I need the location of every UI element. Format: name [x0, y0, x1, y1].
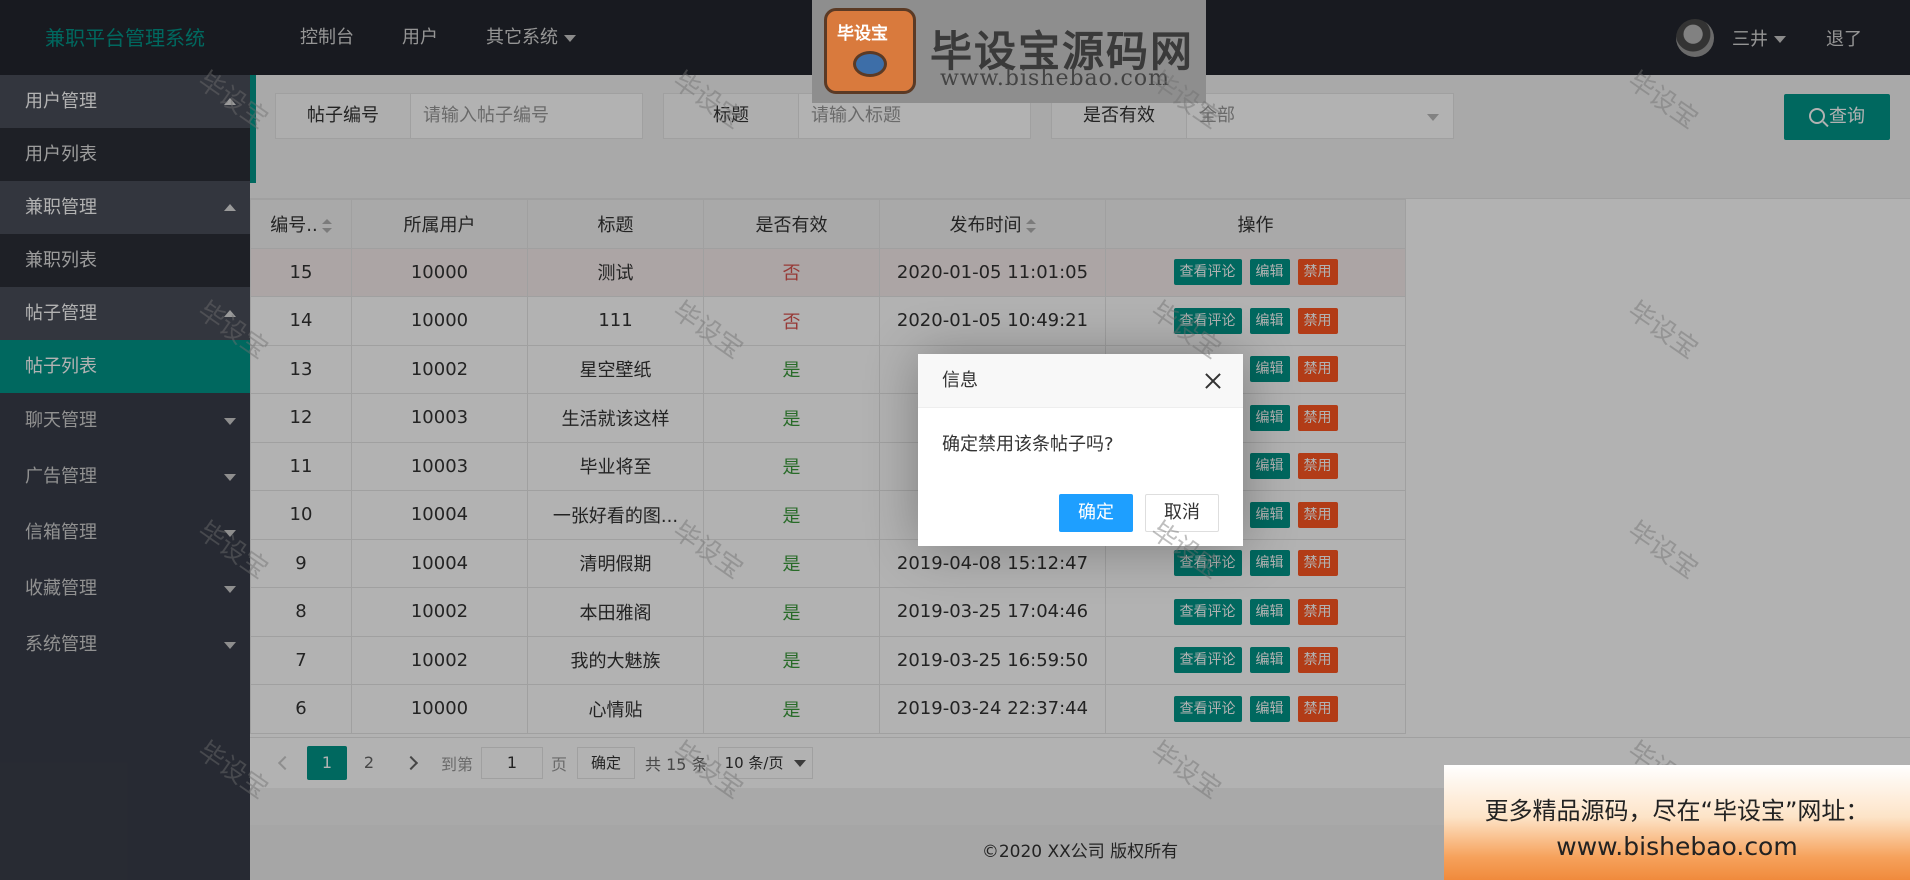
watermark-eye-icon	[853, 51, 887, 77]
watermark-badge-text: 毕设宝	[837, 24, 888, 44]
promo-url[interactable]: www.bishebao.com	[1444, 832, 1910, 861]
dialog-header: 信息	[918, 354, 1243, 408]
dialog-cancel-button[interactable]: 取消	[1145, 494, 1219, 532]
close-icon[interactable]	[1203, 371, 1223, 391]
promo-line1: 更多精品源码，尽在“毕设宝”网址：	[1484, 797, 1870, 825]
watermark-badge: 毕设宝	[824, 8, 916, 94]
dialog-ok-button[interactable]: 确定	[1059, 494, 1133, 532]
confirm-dialog: 信息 确定禁用该条帖子吗? 确定 取消	[918, 354, 1243, 546]
promo-banner: 更多精品源码，尽在“毕设宝”网址： www.bishebao.com	[1444, 765, 1910, 880]
dialog-message: 确定禁用该条帖子吗?	[942, 434, 1114, 455]
watermark-logo: 毕设宝 毕设宝源码网 www.bishebao.com	[812, 0, 1206, 103]
watermark-url: www.bishebao.com	[940, 66, 1170, 91]
dialog-title: 信息	[942, 370, 978, 391]
dialog-buttons: 确定 取消	[1059, 494, 1219, 532]
